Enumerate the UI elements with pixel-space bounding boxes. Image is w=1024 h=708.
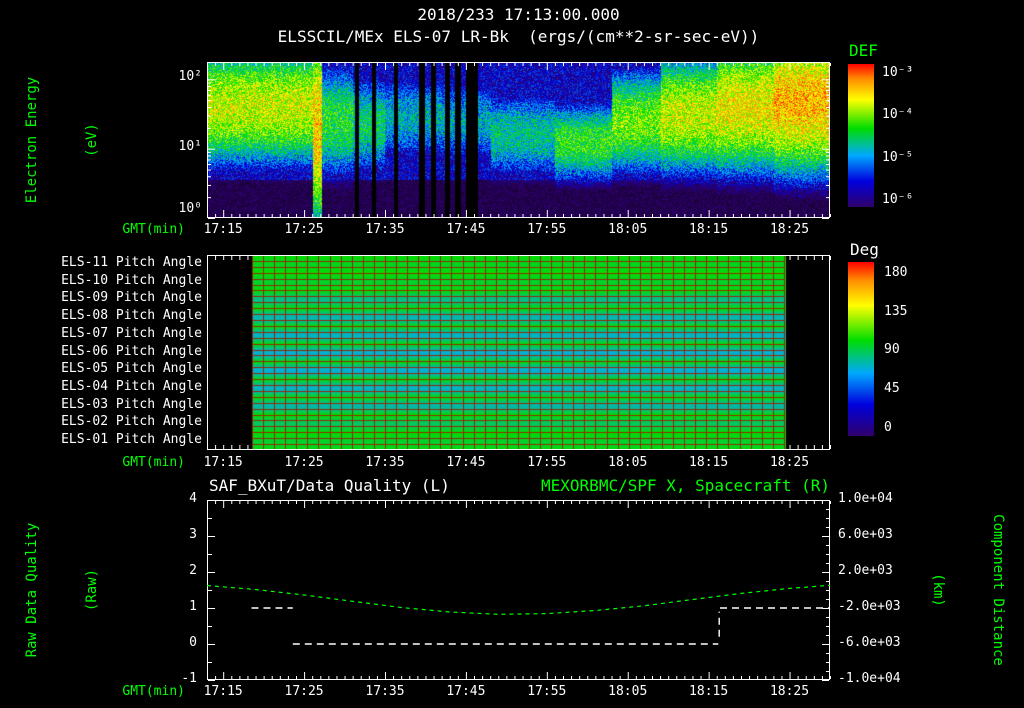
component-distance-axis-label-line2: (km): [930, 573, 946, 607]
def-tick-label: 10⁻⁵: [882, 149, 914, 165]
pitch-angle-canvas: [207, 255, 830, 450]
distance-tick-label: 6.0e+03: [838, 527, 893, 542]
deg-tick-label: 135: [884, 303, 908, 319]
instrument-title: ELSSCIL/MEx ELS-07 LR-Bk (ergs/(cm**2-sr…: [277, 27, 760, 46]
pitch-row-label: ELS-06 Pitch Angle: [61, 343, 202, 359]
quality-tick-label: -1: [181, 671, 197, 686]
time-tick-label: 18:05: [608, 684, 648, 699]
def-colorbar-title: DEF: [849, 41, 878, 60]
energy-tick-label: 10¹: [178, 138, 202, 154]
energy-tick-label: 10²: [178, 69, 202, 85]
pitch-row-label: ELS-07 Pitch Angle: [61, 325, 202, 341]
pitch-row-label: ELS-10 Pitch Angle: [61, 272, 202, 288]
quality-frame-and-ticks: [207, 500, 831, 681]
quality-tick-label: 2: [189, 563, 197, 578]
pitch-row-label: ELS-03 Pitch Angle: [61, 396, 202, 412]
distance-tick-label: -2.0e+03: [838, 599, 901, 614]
distance-tick-label: -6.0e+03: [838, 635, 901, 650]
time-tick-label: 17:45: [446, 455, 486, 470]
time-tick-label: 18:25: [769, 684, 810, 699]
time-tick-label: 17:45: [446, 684, 486, 699]
pitch-row-label: ELS-04 Pitch Angle: [61, 378, 202, 394]
gmt-axis-caption-bottom: GMT(min): [122, 684, 185, 699]
time-tick-label: 17:25: [284, 222, 324, 237]
component-distance-axis-label: Component Distance (km): [888, 514, 1024, 666]
time-tick-label: 17:15: [203, 455, 243, 470]
quality-panel-title-right: MEXORBMC/SPF X, Spacecraft (R): [541, 476, 830, 495]
pitch-row-label: ELS-05 Pitch Angle: [61, 361, 202, 377]
quality-tick-label: 1: [189, 599, 197, 614]
def-tick-label: 10⁻⁶: [882, 192, 914, 208]
def-colorbar: [848, 64, 874, 207]
time-tick-label: 17:25: [284, 684, 324, 699]
deg-tick-label: 90: [884, 342, 900, 358]
time-tick-label: 17:55: [527, 684, 567, 699]
pitch-row-label: ELS-02 Pitch Angle: [61, 414, 202, 430]
time-tick-label: 18:15: [689, 455, 729, 470]
time-tick-label: 17:25: [284, 455, 324, 470]
time-tick-label: 17:35: [365, 684, 405, 699]
time-tick-label: 18:15: [689, 222, 729, 237]
spacecraft-x-distance-line: [206, 584, 831, 615]
datetime-title: 2018/233 17:13:00.000: [417, 5, 620, 24]
pitch-row-label: ELS-08 Pitch Angle: [61, 308, 202, 324]
gmt-axis-caption-top: GMT(min): [122, 222, 185, 237]
electron-spectrogram-canvas: [207, 62, 830, 218]
electron-energy-axis-label: Electron Energy (eV): [0, 77, 142, 203]
science-plot-page: 2018/233 17:13:00.000 ELSSCIL/MEx ELS-07…: [0, 0, 1024, 708]
quality-tick-label: 4: [189, 491, 197, 506]
electron-energy-axis-label-line2: (eV): [84, 123, 100, 157]
pitch-row-label: ELS-09 Pitch Angle: [61, 290, 202, 306]
time-tick-label: 18:25: [769, 455, 810, 470]
time-tick-label: 17:35: [365, 455, 405, 470]
deg-tick-label: 45: [884, 381, 900, 397]
quality-panel-title-left: SAF_BXuT/Data Quality (L): [209, 476, 450, 495]
time-tick-label: 17:45: [446, 222, 486, 237]
deg-colorbar-title: Deg: [850, 240, 879, 259]
gmt-axis-caption-middle: GMT(min): [122, 455, 185, 470]
raw-data-quality-axis-label-line1: Raw Data Quality: [24, 522, 40, 658]
distance-tick-label: 2.0e+03: [838, 563, 893, 578]
time-tick-label: 18:15: [689, 684, 729, 699]
time-tick-label: 17:15: [203, 684, 243, 699]
raw-data-quality-axis-label: Raw Data Quality (Raw): [0, 523, 142, 658]
time-tick-label: 17:55: [527, 455, 567, 470]
def-tick-label: 10⁻³: [882, 65, 914, 80]
electron-energy-axis-label-line1: Electron Energy: [24, 76, 40, 204]
def-tick-label: 10⁻⁴: [882, 107, 914, 123]
time-tick-label: 17:35: [365, 222, 405, 237]
raw-data-quality-axis-label-line2: (Raw): [84, 568, 100, 612]
quality-tick-label: 3: [189, 527, 197, 542]
time-tick-label: 18:05: [608, 455, 648, 470]
distance-tick-label: -1.0e+04: [838, 671, 901, 686]
pitch-row-label: ELS-01 Pitch Angle: [61, 432, 202, 448]
time-tick-label: 17:55: [527, 222, 567, 237]
component-distance-axis-label-line1: Component Distance: [990, 514, 1006, 666]
energy-tick-label: 10⁰: [178, 201, 202, 216]
time-tick-label: 17:15: [203, 222, 243, 237]
distance-tick-label: 1.0e+04: [838, 491, 893, 506]
deg-tick-label: 180: [884, 265, 908, 280]
time-tick-label: 18:25: [769, 222, 810, 237]
deg-colorbar: [848, 262, 874, 436]
time-tick-label: 18:05: [608, 222, 648, 237]
deg-tick-label: 0: [884, 419, 892, 435]
quality-tick-label: 0: [189, 635, 197, 650]
pitch-row-label: ELS-11 Pitch Angle: [61, 254, 202, 270]
